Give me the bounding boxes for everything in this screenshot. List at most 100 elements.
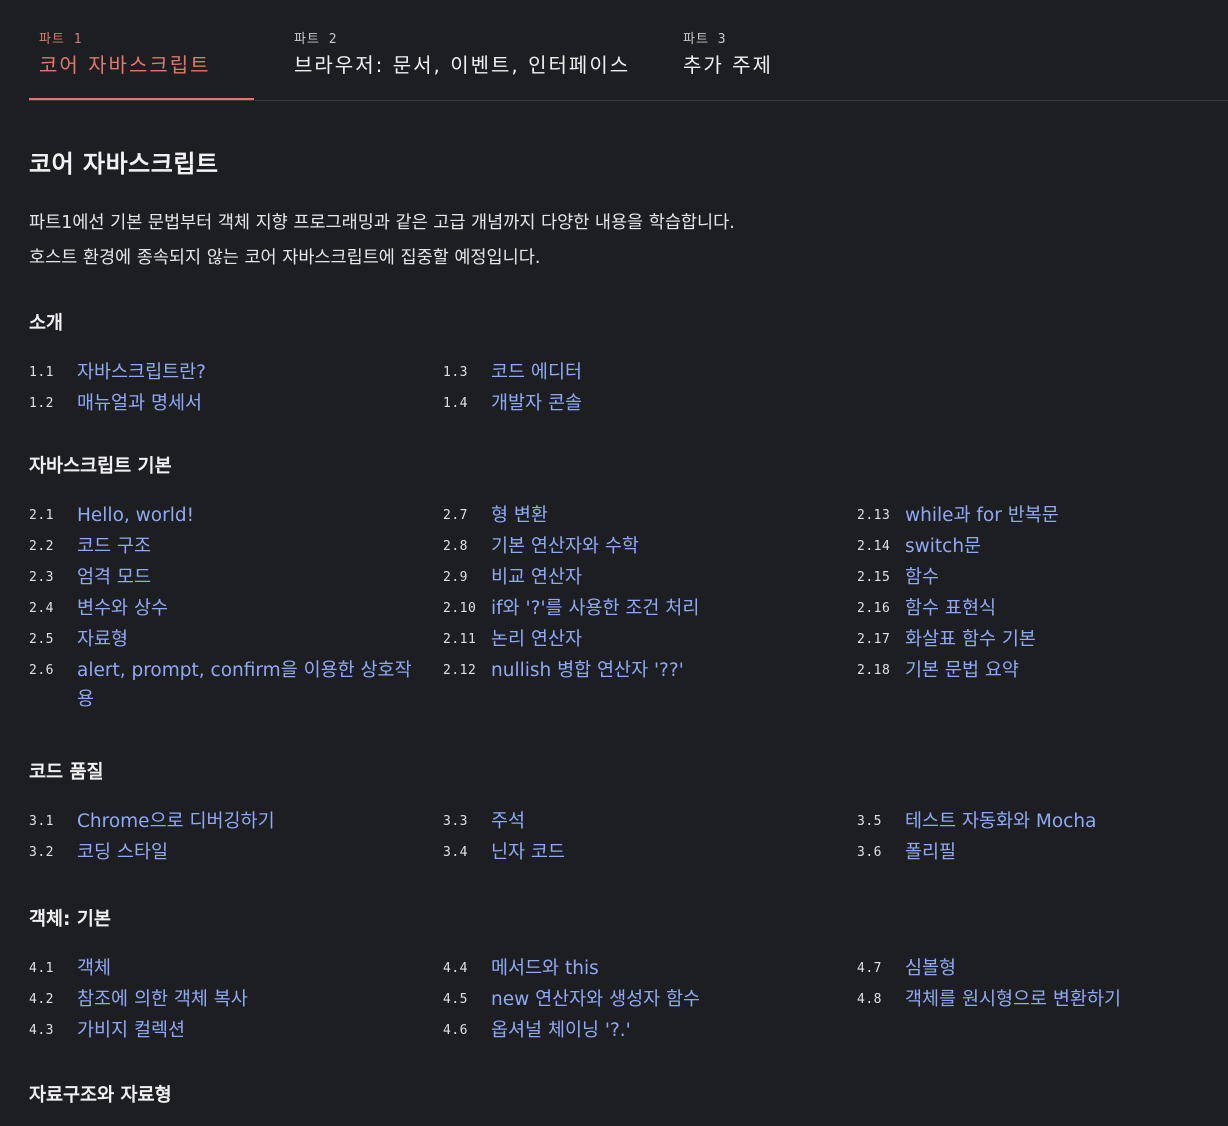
chapter-item: 2.16 함수 표현식: [857, 593, 1209, 624]
chapter-link[interactable]: 기본 연산자와 수학: [491, 531, 639, 561]
chapter-column: 1.1 자바스크립트란? 1.2 매뉴얼과 명세서: [29, 357, 443, 419]
chapter-link[interactable]: 자료형: [77, 624, 128, 654]
chapter-link[interactable]: 변수와 상수: [77, 593, 168, 623]
chapter-grid: 1.1 자바스크립트란? 1.2 매뉴얼과 명세서 1.3 코드 에디터 1.4 개발자 콘솔: [29, 357, 1209, 419]
chapter-number: 1.2: [29, 396, 54, 411]
chapter-link[interactable]: switch문: [905, 531, 981, 561]
tab-part-number: 파트 1: [39, 32, 83, 47]
chapter-link[interactable]: 코딩 스타일: [77, 837, 168, 867]
tab-part-number: 파트 3: [683, 32, 727, 47]
chapter-link[interactable]: 테스트 자동화와 Mocha: [905, 806, 1096, 836]
chapter-item: 3.3 주석: [443, 806, 857, 837]
intro-line: 파트1에선 기본 문법부터 객체 지향 프로그래밍과 같은 고급 개념까지 다양…: [29, 213, 735, 233]
chapter-link[interactable]: Chrome으로 디버깅하기: [77, 806, 275, 836]
chapter-number: 2.6: [29, 663, 54, 678]
chapter-number: 3.2: [29, 845, 54, 860]
chapter-link[interactable]: 함수: [905, 562, 939, 592]
chapter-number: 2.17: [857, 632, 891, 647]
chapter-item: 1.4 개발자 콘솔: [443, 388, 857, 419]
chapter-number: 1.1: [29, 365, 54, 380]
chapter-item: 4.5 new 연산자와 생성자 함수: [443, 984, 857, 1015]
chapter-link[interactable]: new 연산자와 생성자 함수: [491, 984, 700, 1014]
chapter-link[interactable]: 가비지 컬렉션: [77, 1015, 185, 1045]
section-title: 소개: [29, 313, 64, 334]
tab-part-3[interactable]: 파트 3 추가 주제: [683, 30, 773, 80]
chapter-item: 2.13 while과 for 반복문: [857, 500, 1209, 531]
chapter-item: 2.12 nullish 병합 연산자 '??': [443, 655, 857, 686]
chapter-link[interactable]: 매뉴얼과 명세서: [77, 388, 202, 418]
active-tab-indicator: [29, 98, 254, 100]
chapter-column: 2.7 형 변환 2.8 기본 연산자와 수학 2.9 비교 연산자 2.10 if와 '?'…: [443, 500, 857, 714]
chapter-link[interactable]: 심볼형: [905, 953, 956, 983]
chapter-item: 2.4 변수와 상수: [29, 593, 443, 624]
chapter-item: 4.3 가비지 컬렉션: [29, 1015, 443, 1046]
chapter-link[interactable]: 폴리필: [905, 837, 956, 867]
chapter-column: 3.1 Chrome으로 디버깅하기 3.2 코딩 스타일: [29, 806, 443, 868]
chapter-column: 4.7 심볼형 4.8 객체를 원시형으로 변환하기: [857, 953, 1209, 1046]
chapter-item: 3.6 폴리필: [857, 837, 1209, 868]
chapter-link[interactable]: 코드 구조: [77, 531, 151, 561]
chapter-item: 4.1 객체: [29, 953, 443, 984]
chapter-number: 2.18: [857, 663, 891, 678]
chapter-link[interactable]: nullish 병합 연산자 '??': [491, 655, 684, 685]
chapter-link[interactable]: 닌자 코드: [491, 837, 565, 867]
chapter-number: 1.3: [443, 365, 468, 380]
chapter-link[interactable]: 자바스크립트란?: [77, 357, 206, 387]
chapter-column: 1.3 코드 에디터 1.4 개발자 콘솔: [443, 357, 857, 419]
chapter-number: 2.14: [857, 539, 891, 554]
chapter-item: 2.3 엄격 모드: [29, 562, 443, 593]
chapter-link[interactable]: 참조에 의한 객체 복사: [77, 984, 248, 1014]
chapter-number: 4.5: [443, 992, 468, 1007]
chapter-item: 4.8 객체를 원시형으로 변환하기: [857, 984, 1209, 1015]
chapter-link[interactable]: while과 for 반복문: [905, 500, 1059, 530]
chapter-item: 2.2 코드 구조: [29, 531, 443, 562]
chapter-link[interactable]: alert, prompt, confirm을 이용한 상호작용: [77, 655, 427, 714]
chapter-number: 3.1: [29, 814, 54, 829]
chapter-item: 2.18 기본 문법 요약: [857, 655, 1209, 686]
chapter-section: 자료구조와 자료형5.1원시값의 메서드5.5배열과 메서드5.9Object.…: [29, 1082, 1209, 1126]
section-title: 코드 품질: [29, 762, 104, 783]
chapter-link[interactable]: 형 변환: [491, 500, 548, 530]
chapter-number: 1.4: [443, 396, 468, 411]
chapter-sections: 소개 1.1 자바스크립트란? 1.2 매뉴얼과 명세서 1.3 코드 에디터 1.4 개발자 …: [29, 310, 1209, 1126]
chapter-item: 3.5 테스트 자동화와 Mocha: [857, 806, 1209, 837]
chapter-link[interactable]: 주석: [491, 806, 525, 836]
intro-text: 파트1에선 기본 문법부터 객체 지향 프로그래밍과 같은 고급 개념까지 다양…: [29, 206, 1209, 276]
chapter-link[interactable]: Hello, world!: [77, 500, 194, 530]
chapter-number: 2.5: [29, 632, 54, 647]
chapter-link[interactable]: 메서드와 this: [491, 953, 599, 983]
chapter-number: 2.15: [857, 570, 891, 585]
chapter-link[interactable]: 엄격 모드: [77, 562, 151, 592]
chapter-link[interactable]: 객체를 원시형으로 변환하기: [905, 984, 1121, 1014]
chapter-section: 객체: 기본 4.1 객체 4.2 참조에 의한 객체 복사 4.3 가비지 컬렉션 4.4 메…: [29, 906, 1209, 1046]
chapter-number: 2.7: [443, 508, 468, 523]
chapter-link[interactable]: 객체: [77, 953, 111, 983]
chapter-item: 2.1 Hello, world!: [29, 500, 443, 531]
chapter-link[interactable]: 개발자 콘솔: [491, 388, 582, 418]
chapter-section: 코드 품질 3.1 Chrome으로 디버깅하기 3.2 코딩 스타일 3.3 주석 3.4 닌…: [29, 759, 1209, 868]
intro-line: 호스트 환경에 종속되지 않는 코어 자바스크립트에 집중할 예정입니다.: [29, 248, 541, 268]
chapter-item: 2.7 형 변환: [443, 500, 857, 531]
chapter-link[interactable]: 코드 에디터: [491, 357, 582, 387]
tab-part-number: 파트 2: [294, 32, 338, 47]
chapter-number: 2.8: [443, 539, 468, 554]
chapter-number: 2.9: [443, 570, 468, 585]
tab-part-1[interactable]: 파트 1 코어 자바스크립트: [39, 30, 211, 80]
chapter-item: 4.6 옵셔널 체이닝 '?.': [443, 1015, 857, 1046]
chapter-link[interactable]: 논리 연산자: [491, 624, 582, 654]
chapter-link[interactable]: if와 '?'를 사용한 조건 처리: [491, 593, 699, 623]
chapter-number: 4.1: [29, 961, 54, 976]
chapter-link[interactable]: 화살표 함수 기본: [905, 624, 1036, 654]
chapter-item: 2.9 비교 연산자: [443, 562, 857, 593]
chapter-link[interactable]: 기본 문법 요약: [905, 655, 1019, 685]
chapter-link[interactable]: 비교 연산자: [491, 562, 582, 592]
chapter-grid: 4.1 객체 4.2 참조에 의한 객체 복사 4.3 가비지 컬렉션 4.4 메서드와 th…: [29, 953, 1209, 1046]
tab-part-2[interactable]: 파트 2 브라우저: 문서, 이벤트, 인터페이스: [294, 30, 630, 80]
chapter-item: 2.8 기본 연산자와 수학: [443, 531, 857, 562]
chapter-number: 2.11: [443, 632, 477, 647]
chapter-link[interactable]: 옵셔널 체이닝 '?.': [491, 1015, 631, 1045]
chapter-item: 2.11 논리 연산자: [443, 624, 857, 655]
chapter-link[interactable]: 함수 표현식: [905, 593, 996, 623]
chapter-item: 2.15 함수: [857, 562, 1209, 593]
chapter-number: 2.10: [443, 601, 477, 616]
